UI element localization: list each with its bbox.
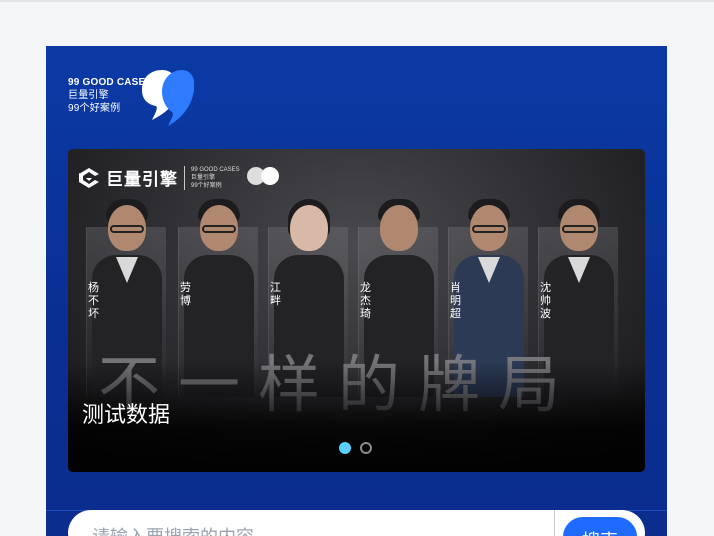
mini-line-2: 巨量引擎 — [191, 174, 216, 181]
search-bar: 搜索 — [68, 510, 645, 536]
banner-caption: 测试数据 — [82, 402, 171, 427]
banner-brand-name: 巨量引擎 — [106, 170, 178, 189]
top-divider — [0, 0, 714, 2]
banner-brand: 巨量引擎 99 GOOD CASES 巨量引擎 99个好案例 — [78, 165, 282, 190]
guest-name: 肖明超 — [450, 281, 461, 320]
quote-bubbles-icon — [142, 70, 194, 126]
search-button[interactable]: 搜索 — [560, 514, 640, 536]
guest-name: 江畔 — [270, 281, 281, 307]
guest-name: 劳博 — [180, 281, 191, 307]
carousel-dot[interactable] — [360, 442, 372, 454]
ocean-engine-logo-icon — [79, 167, 99, 188]
mini-line-1: 99 GOOD CASES — [191, 166, 240, 173]
search-input[interactable] — [92, 524, 532, 536]
mini-line-3: 99个好案例 — [191, 182, 222, 189]
guest-name: 沈帅波 — [540, 281, 551, 320]
carousel-pagination — [339, 442, 372, 454]
hero-carousel[interactable]: 巨量引擎 99 GOOD CASES 巨量引擎 99个好案例 杨不坏 劳博 江畔… — [68, 149, 645, 472]
brand-divider — [184, 165, 185, 190]
guest-name: 龙杰琦 — [360, 281, 371, 320]
cases-logo: 99 GOOD CASES 巨量引擎 99个好案例 — [66, 66, 196, 136]
mini-quote-icon — [246, 166, 279, 185]
carousel-dot-active[interactable] — [339, 442, 351, 454]
cases-card: 99 GOOD CASES 巨量引擎 99个好案例 巨量引擎 99 GOOD C… — [46, 46, 667, 536]
search-divider — [554, 510, 555, 536]
banner-mini-logo: 99 GOOD CASES 巨量引擎 99个好案例 — [191, 166, 240, 190]
guest-name: 杨不坏 — [88, 281, 99, 320]
